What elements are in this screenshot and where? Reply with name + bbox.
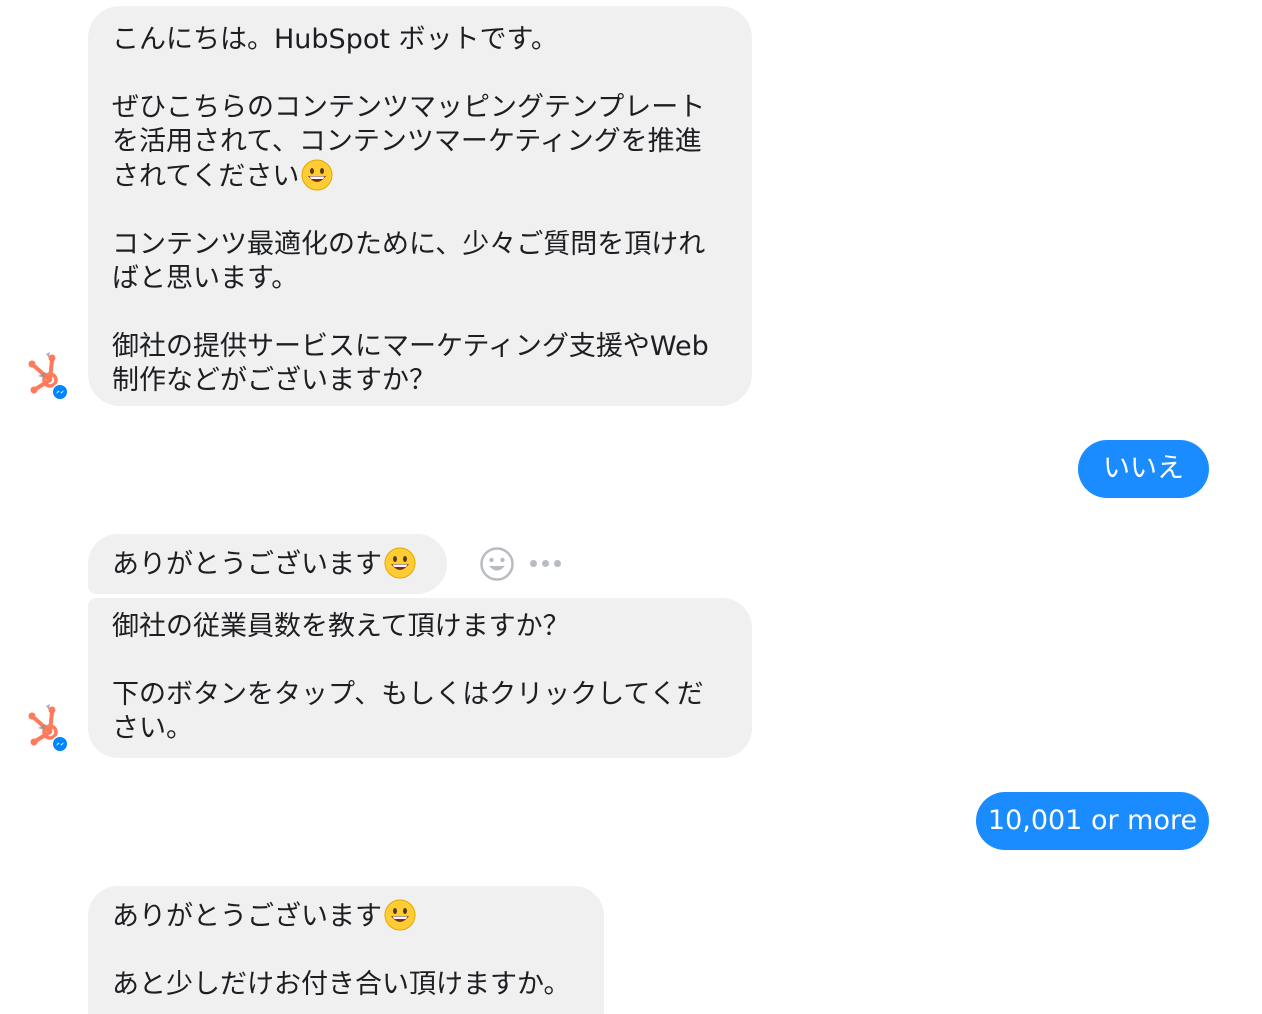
message-line: こんにちは。HubSpot ボットです。 <box>112 24 558 55</box>
grinning-face-emoji-icon <box>384 899 416 931</box>
bot-message-employee-question: 御社の従業員数を教えて頂けますか？ 下のボタンをタップ、もしくはクリックしてくださ… <box>88 598 752 758</box>
message-line: ありがとうございます <box>112 901 382 932</box>
message-line: 御社の提供サービスにマーケティング支援やWeb <box>112 331 709 362</box>
bot-message-thanks: ありがとうございます <box>88 534 447 594</box>
message-line: コンテンツ最適化のために、少々ご質問を頂けれ <box>112 229 706 260</box>
message-line: ぜひこちらのコンテンツマッピングテンプレート <box>112 92 706 123</box>
smiley-reaction-icon[interactable] <box>479 546 515 582</box>
message-line: さい。 <box>112 713 193 744</box>
grinning-face-emoji-icon <box>301 159 333 191</box>
hubspot-logo-avatar-icon[interactable] <box>20 702 72 754</box>
user-message-employee-count: 10,001 or more <box>976 792 1209 850</box>
message-line: ばと思います。 <box>112 263 299 294</box>
bot-message-followup: ありがとうございますあと少しだけお付き合い頂けますか。 <box>88 886 604 1014</box>
message-line: を活用されて、コンテンツマーケティングを推進 <box>112 126 702 157</box>
more-options-icon[interactable] <box>530 560 561 567</box>
message-line: あと少しだけお付き合い頂けますか。 <box>112 969 571 1000</box>
hubspot-logo-avatar-icon[interactable] <box>20 350 72 402</box>
bot-message-greeting: こんにちは。HubSpot ボットです。ぜひこちらのコンテンツマッピングテンプレ… <box>88 6 752 406</box>
message-line: 御社の従業員数を教えて頂けますか？ <box>112 611 570 642</box>
message-line: されてください <box>112 161 300 192</box>
message-text: いいえ <box>1103 453 1184 484</box>
user-message-no: いいえ <box>1078 440 1209 498</box>
message-line: 制作などがございますか？ <box>112 365 436 396</box>
message-text: 10,001 or more <box>987 805 1198 836</box>
message-line: 下のボタンをタップ、もしくはクリックしてくだ <box>112 679 704 710</box>
message-text: ありがとうございます <box>112 549 382 580</box>
grinning-face-emoji-icon <box>384 547 416 579</box>
